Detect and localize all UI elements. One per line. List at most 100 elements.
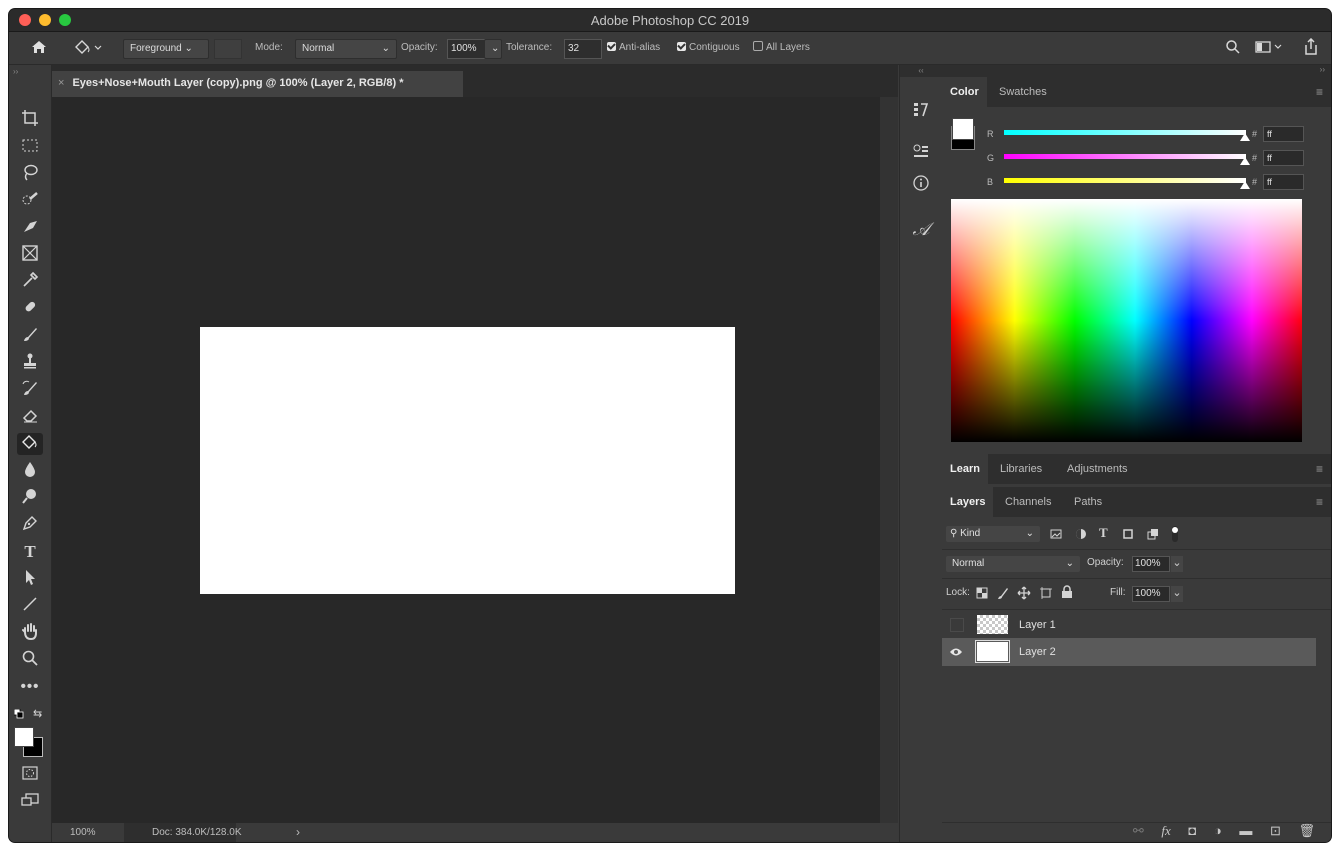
slider-thumb-icon[interactable]: [1240, 181, 1250, 189]
document-tab[interactable]: × Eyes+Nose+Mouth Layer (copy).png @ 100%…: [52, 71, 463, 97]
chevron-down-icon[interactable]: ⌄: [1171, 556, 1183, 572]
zoom-level[interactable]: 100%: [70, 823, 96, 842]
tab-swatches[interactable]: Swatches: [991, 77, 1055, 107]
lock-transparent-pixels-icon[interactable]: [976, 587, 988, 599]
eye-icon[interactable]: [949, 646, 963, 658]
tab-channels[interactable]: Channels: [997, 487, 1059, 517]
share-icon[interactable]: [1303, 37, 1319, 59]
hex-field[interactable]: ff: [1263, 150, 1304, 166]
type-tool-icon[interactable]: T: [17, 541, 43, 563]
lasso-tool-icon[interactable]: [17, 163, 43, 185]
tab-learn[interactable]: Learn: [942, 454, 988, 484]
tab-libraries[interactable]: Libraries: [992, 454, 1050, 484]
filter-toggle-icon[interactable]: [1170, 525, 1180, 543]
color-slider-g[interactable]: G # ff: [987, 150, 1331, 170]
eraser-tool-icon[interactable]: [17, 406, 43, 428]
status-menu-arrow[interactable]: ›: [296, 823, 300, 842]
lock-position-icon[interactable]: [1017, 586, 1031, 600]
paint-bucket-tool-icon[interactable]: [17, 433, 43, 455]
color-slider-r[interactable]: R # ff: [987, 126, 1331, 146]
fx-icon[interactable]: fx: [1161, 823, 1170, 838]
path-selection-tool-icon[interactable]: [17, 568, 43, 590]
chevron-down-icon[interactable]: ⌄: [1171, 586, 1183, 602]
slider-track[interactable]: [1004, 178, 1246, 183]
lock-artboard-icon[interactable]: [1039, 586, 1053, 600]
workspace-switcher-icon[interactable]: [1255, 39, 1285, 58]
fill-source-dropdown[interactable]: Foreground ⌄: [123, 39, 209, 59]
new-layer-icon[interactable]: ⊡: [1270, 823, 1281, 838]
all-layers-checkbox[interactable]: All Layers: [753, 39, 810, 57]
hex-field[interactable]: ff: [1263, 126, 1304, 142]
smart-object-filter-icon[interactable]: [1147, 528, 1159, 540]
layer-name[interactable]: Layer 2: [1019, 638, 1056, 666]
layer-opacity-field[interactable]: 100%: [1132, 556, 1170, 572]
mode-dropdown[interactable]: Normal ⌄: [295, 39, 397, 59]
new-group-icon[interactable]: ▬: [1239, 823, 1252, 838]
lock-all-icon[interactable]: [1061, 585, 1073, 599]
home-icon[interactable]: [31, 39, 47, 58]
pixel-filter-icon[interactable]: [1050, 528, 1062, 540]
more-tools-icon[interactable]: •••: [17, 676, 43, 698]
pen-path-tool-icon[interactable]: [17, 217, 43, 239]
quick-selection-tool-icon[interactable]: [17, 190, 43, 212]
tab-layers[interactable]: Layers: [942, 487, 994, 517]
clone-stamp-tool-icon[interactable]: [17, 352, 43, 374]
new-adjustment-layer-icon[interactable]: ◑: [1214, 823, 1222, 838]
slider-track[interactable]: [1004, 154, 1246, 159]
foreground-color-swatch[interactable]: [14, 727, 34, 747]
glyphs-panel-icon[interactable]: 𝒜: [909, 217, 933, 241]
slider-thumb-icon[interactable]: [1240, 157, 1250, 165]
crop-tool-icon[interactable]: [17, 109, 43, 131]
document-canvas[interactable]: [200, 327, 735, 594]
collapse-chevron-icon[interactable]: ››: [1320, 65, 1325, 74]
tab-paths[interactable]: Paths: [1066, 487, 1110, 517]
tab-adjustments[interactable]: Adjustments: [1059, 454, 1136, 484]
hex-field[interactable]: ff: [1263, 174, 1304, 190]
pattern-picker[interactable]: [214, 39, 242, 59]
color-spectrum[interactable]: [951, 199, 1302, 442]
layer-name[interactable]: Layer 1: [1019, 611, 1056, 639]
default-colors-icon[interactable]: [13, 708, 24, 722]
lock-image-pixels-icon[interactable]: [996, 586, 1010, 600]
filter-kind-dropdown[interactable]: ⚲ Kind ⌄: [946, 526, 1040, 542]
close-tab-icon[interactable]: ×: [58, 77, 64, 89]
opacity-field[interactable]: 100%: [447, 39, 489, 59]
paint-bucket-tool-preset-icon[interactable]: [73, 38, 103, 59]
zoom-tool-icon[interactable]: [17, 649, 43, 671]
history-brush-tool-icon[interactable]: [17, 379, 43, 401]
opacity-slider-toggle[interactable]: ⌄: [484, 39, 502, 59]
layer-row[interactable]: Layer 1: [942, 611, 1316, 639]
collapse-chevron-icon[interactable]: ››: [13, 67, 18, 76]
swap-colors-icon[interactable]: ⇆: [33, 707, 42, 720]
pen-tool-icon[interactable]: [17, 514, 43, 536]
info-panel-icon[interactable]: [909, 174, 933, 198]
canvas-area[interactable]: [52, 97, 880, 823]
frame-tool-icon[interactable]: [17, 244, 43, 266]
panel-menu-icon[interactable]: ≡: [1316, 462, 1323, 476]
tab-color[interactable]: Color: [942, 77, 987, 107]
eyedropper-tool-icon[interactable]: [17, 271, 43, 293]
shape-filter-icon[interactable]: [1122, 528, 1134, 540]
search-icon[interactable]: [1225, 39, 1241, 58]
type-filter-icon[interactable]: T: [1099, 525, 1108, 541]
hand-tool-icon[interactable]: [17, 622, 43, 644]
antialias-checkbox[interactable]: Anti-alias: [607, 39, 660, 57]
link-layers-icon[interactable]: ⚯: [1133, 823, 1144, 838]
slider-thumb-icon[interactable]: [1240, 133, 1250, 141]
layer-visibility-toggle[interactable]: [950, 618, 964, 632]
vertical-scrollbar[interactable]: [880, 97, 898, 823]
blur-tool-icon[interactable]: [17, 460, 43, 482]
slider-track[interactable]: [1004, 130, 1246, 135]
contiguous-checkbox[interactable]: Contiguous: [677, 39, 740, 57]
quick-mask-icon[interactable]: [17, 764, 43, 786]
panel-menu-icon[interactable]: ≡: [1316, 495, 1323, 509]
properties-panel-icon[interactable]: [909, 143, 933, 167]
blend-mode-dropdown[interactable]: Normal ⌄: [946, 556, 1080, 572]
dodge-tool-icon[interactable]: [17, 487, 43, 509]
color-foreground-swatch[interactable]: [952, 118, 974, 140]
panel-menu-icon[interactable]: ≡: [1316, 85, 1323, 99]
healing-brush-tool-icon[interactable]: [17, 298, 43, 320]
layer-row-selected[interactable]: Layer 2: [942, 638, 1316, 666]
color-slider-b[interactable]: B # ff: [987, 174, 1331, 194]
brush-tool-icon[interactable]: [17, 325, 43, 347]
